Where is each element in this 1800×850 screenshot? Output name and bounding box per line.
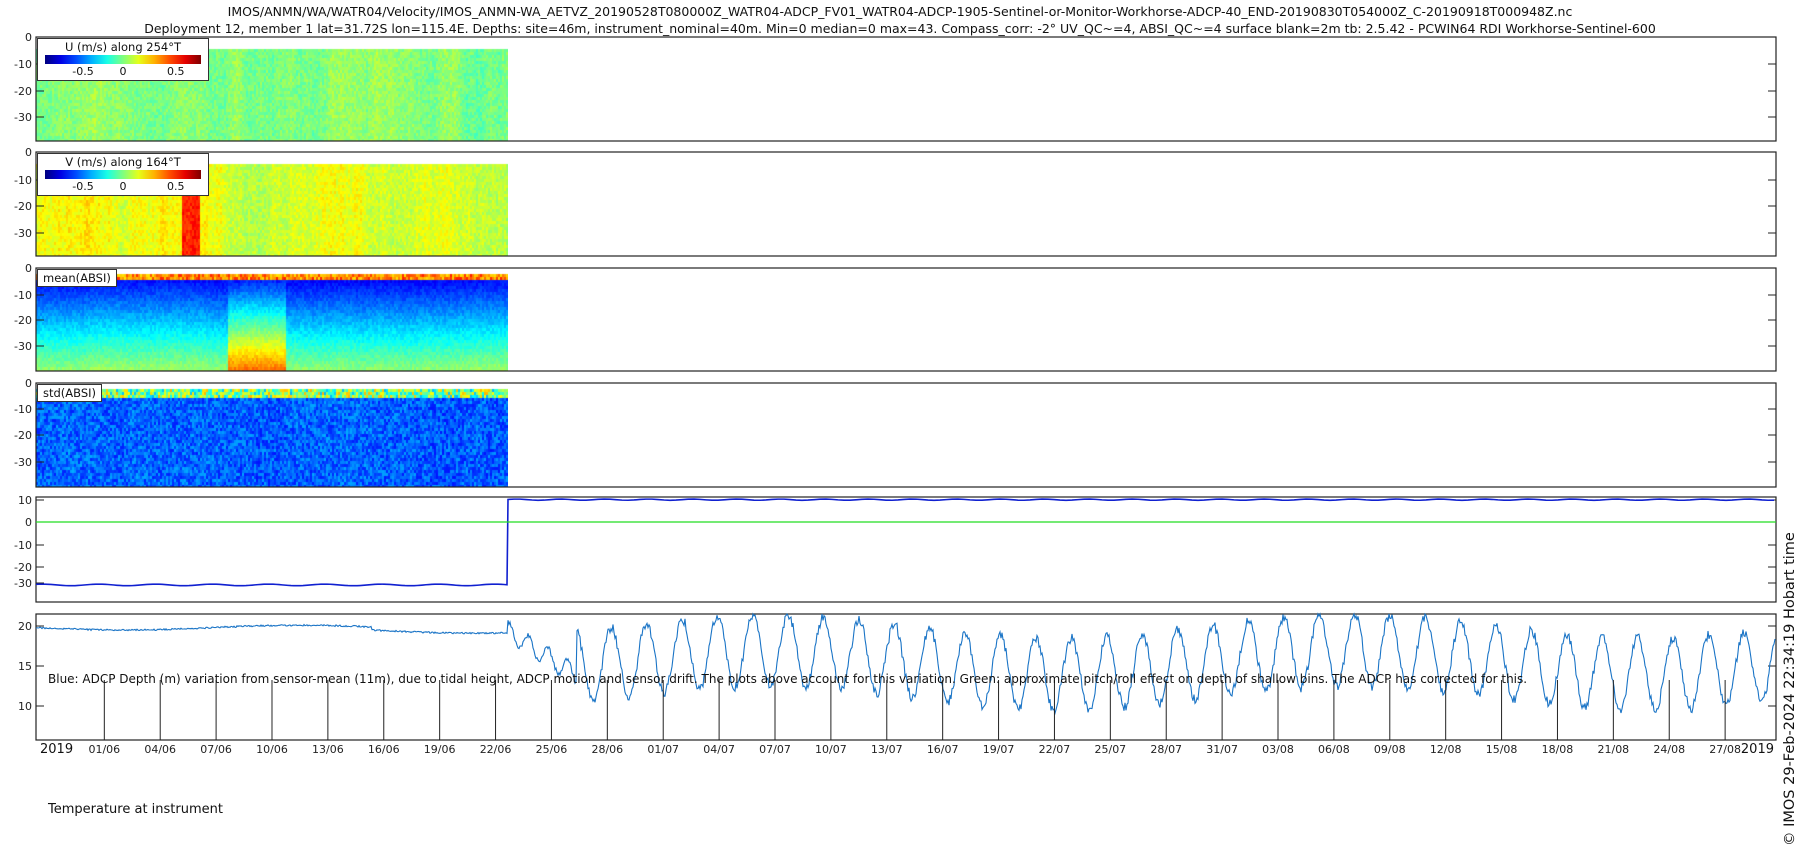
y-tick-label: -30 — [14, 456, 32, 469]
u-legend-label: U (m/s) along 254°T — [64, 40, 182, 54]
y-tick-label: -10 — [14, 539, 32, 552]
x-tick-label: 03/08 — [1262, 743, 1294, 756]
temperature-label: Temperature at instrument — [48, 802, 223, 817]
axes-box — [35, 151, 1777, 257]
cb-tick: 0 — [119, 65, 127, 78]
y-tick-label: 0 — [25, 377, 32, 390]
x-tick-label: 13/07 — [871, 743, 903, 756]
y-tick-label: -20 — [14, 85, 32, 98]
x-tick-label: 25/06 — [536, 743, 568, 756]
y-tick-label: -20 — [14, 200, 32, 213]
x-tick-label: 15/08 — [1486, 743, 1518, 756]
x-tick-label: 12/08 — [1430, 743, 1462, 756]
x-tick-label: 19/06 — [424, 743, 456, 756]
v-legend-label: V (m/s) along 164°T — [65, 155, 181, 169]
y-tick-label: 0 — [25, 146, 32, 159]
axes-box — [35, 267, 1777, 372]
cb-tick: 0.5 — [167, 65, 185, 78]
x-year-left: 2019 — [40, 742, 73, 757]
axes-box — [35, 36, 1777, 142]
x-tick-label: 28/07 — [1150, 743, 1182, 756]
x-tick-label: 31/07 — [1206, 743, 1238, 756]
mean-absi-legend: mean(ABSI) — [37, 269, 117, 287]
x-tick-label: 18/08 — [1542, 743, 1574, 756]
v-legend: V (m/s) along 164°T -0.5 0 0.5 — [37, 153, 209, 196]
depth-annotation: Blue: ADCP Depth (m) variation from sens… — [48, 672, 1528, 686]
u-legend: U (m/s) along 254°T -0.5 0 0.5 — [37, 38, 209, 81]
x-tick-label: 10/06 — [256, 743, 288, 756]
x-tick-label: 07/07 — [759, 743, 791, 756]
v-colorbar — [45, 170, 201, 179]
y-tick-label: -20 — [14, 429, 32, 442]
x-tick-label: 19/07 — [983, 743, 1015, 756]
y-tick-label: -20 — [14, 314, 32, 327]
copyright-stamp: © IMOS 29-Feb-2024 22:34:19 Hobart time — [1781, 532, 1799, 846]
y-tick-label: 10 — [18, 494, 32, 507]
u-colorbar — [45, 55, 201, 64]
y-tick-label: -30 — [14, 340, 32, 353]
y-tick-label: -30 — [14, 227, 32, 240]
x-tick-label: 04/07 — [703, 743, 735, 756]
x-tick-label: 04/06 — [144, 743, 176, 756]
y-tick-label: -10 — [14, 289, 32, 302]
x-tick-label: 07/06 — [200, 743, 232, 756]
x-tick-label: 22/06 — [480, 743, 512, 756]
x-tick-label: 27/08 — [1709, 743, 1741, 756]
x-tick-label: 24/08 — [1653, 743, 1685, 756]
x-tick-label: 06/08 — [1318, 743, 1350, 756]
x-tick-label: 10/07 — [815, 743, 847, 756]
std-absi-legend: std(ABSI) — [37, 384, 103, 402]
x-tick-label: 16/06 — [368, 743, 400, 756]
x-tick-label: 16/07 — [927, 743, 959, 756]
y-tick-label: 20 — [18, 620, 32, 633]
cb-tick: -0.5 — [72, 180, 94, 193]
x-tick-label: 13/06 — [312, 743, 344, 756]
temperature-line — [35, 612, 1776, 716]
y-tick-label: -30 — [14, 111, 32, 124]
y-tick-label: 10 — [18, 700, 32, 713]
y-tick-label: 0 — [25, 262, 32, 275]
y-tick-label: -30 — [14, 577, 32, 590]
x-tick-label: 21/08 — [1597, 743, 1629, 756]
axes-box — [35, 382, 1777, 488]
y-tick-label: 0 — [25, 516, 32, 529]
y-tick-label: 0 — [25, 31, 32, 44]
y-tick-label: -20 — [14, 561, 32, 574]
x-tick-label: 01/06 — [88, 743, 120, 756]
y-tick-label: -10 — [14, 403, 32, 416]
depth-line — [35, 498, 1775, 587]
cb-tick: 0 — [119, 180, 127, 193]
figure-axes: 0 -10 -20 -30 0 -10 -20 -30 0 -10 -20 -30 0 -10 -20 -30… — [14, 31, 1777, 757]
y-tick-label: 15 — [18, 660, 32, 673]
x-tick-label: 25/07 — [1094, 743, 1126, 756]
x-tick-label: 22/07 — [1039, 743, 1071, 756]
y-tick-label: -10 — [14, 58, 32, 71]
y-tick-label: -10 — [14, 174, 32, 187]
cb-tick: 0.5 — [167, 180, 185, 193]
x-tick-label: 01/07 — [647, 743, 679, 756]
x-tick-label: 09/08 — [1374, 743, 1406, 756]
cb-tick: -0.5 — [72, 65, 94, 78]
x-year-right: 2019 — [1741, 742, 1774, 757]
x-tick-label: 28/06 — [591, 743, 623, 756]
